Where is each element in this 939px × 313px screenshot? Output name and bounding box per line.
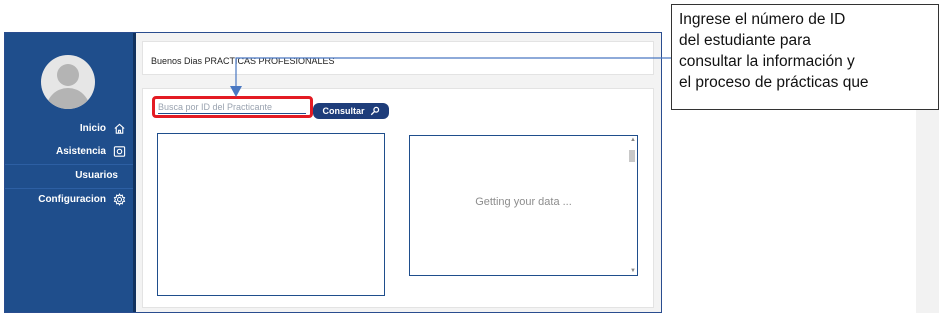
scroll-down-icon[interactable]: ▼ bbox=[630, 268, 636, 274]
avatar-body bbox=[46, 88, 90, 109]
callout-line: Ingrese el número de ID bbox=[679, 11, 846, 28]
sidebar-item-usuarios[interactable]: Usuarios bbox=[75, 170, 118, 181]
sidebar-item-asistencia[interactable]: Asistencia bbox=[56, 145, 126, 158]
callout-line: consultar la información y bbox=[679, 53, 855, 70]
camera-icon bbox=[113, 146, 126, 157]
sidebar-edge bbox=[133, 33, 136, 312]
search-underline bbox=[158, 113, 306, 114]
practice-process-panel[interactable]: Getting your data ... ▲ ▼ bbox=[409, 135, 638, 276]
sidebar: Inicio Asistencia Usuarios Configuracion bbox=[5, 33, 134, 312]
sidebar-divider bbox=[5, 164, 134, 165]
sidebar-item-label: Inicio bbox=[79, 123, 106, 134]
avatar-head bbox=[57, 64, 79, 86]
consultar-button[interactable]: Consultar bbox=[313, 103, 389, 119]
sidebar-item-inicio[interactable]: Inicio bbox=[80, 122, 126, 135]
student-info-panel bbox=[157, 133, 385, 296]
sidebar-item-label: Asistencia bbox=[55, 146, 106, 157]
callout-line: el proceso de prácticas que bbox=[679, 74, 869, 91]
search-input[interactable] bbox=[158, 100, 306, 114]
header-card: Buenos Dias PRACTICAS PROFESIONALES bbox=[142, 41, 654, 75]
search-highlight bbox=[152, 96, 313, 118]
greeting-text: Buenos Dias PRACTICAS PROFESIONALES bbox=[151, 56, 335, 66]
consultar-label: Consultar bbox=[322, 106, 365, 116]
instruction-callout: Ingrese el número de ID del estudiante p… bbox=[671, 4, 939, 110]
sidebar-item-configuracion[interactable]: Configuracion bbox=[38, 193, 126, 206]
app-window: Inicio Asistencia Usuarios Configuracion… bbox=[4, 32, 662, 313]
avatar[interactable] bbox=[41, 55, 95, 109]
scrollbar-thumb[interactable] bbox=[629, 150, 635, 162]
gear-icon bbox=[113, 193, 126, 206]
search-icon bbox=[370, 106, 379, 116]
sidebar-item-label: Usuarios bbox=[75, 170, 118, 181]
scroll-up-icon[interactable]: ▲ bbox=[630, 137, 636, 143]
sidebar-item-label: Configuracion bbox=[38, 194, 106, 205]
background-panel bbox=[916, 110, 939, 313]
home-icon bbox=[114, 123, 125, 134]
loading-text: Getting your data ... bbox=[475, 196, 572, 208]
sidebar-divider bbox=[5, 188, 134, 189]
callout-line: del estudiante para bbox=[679, 32, 811, 49]
